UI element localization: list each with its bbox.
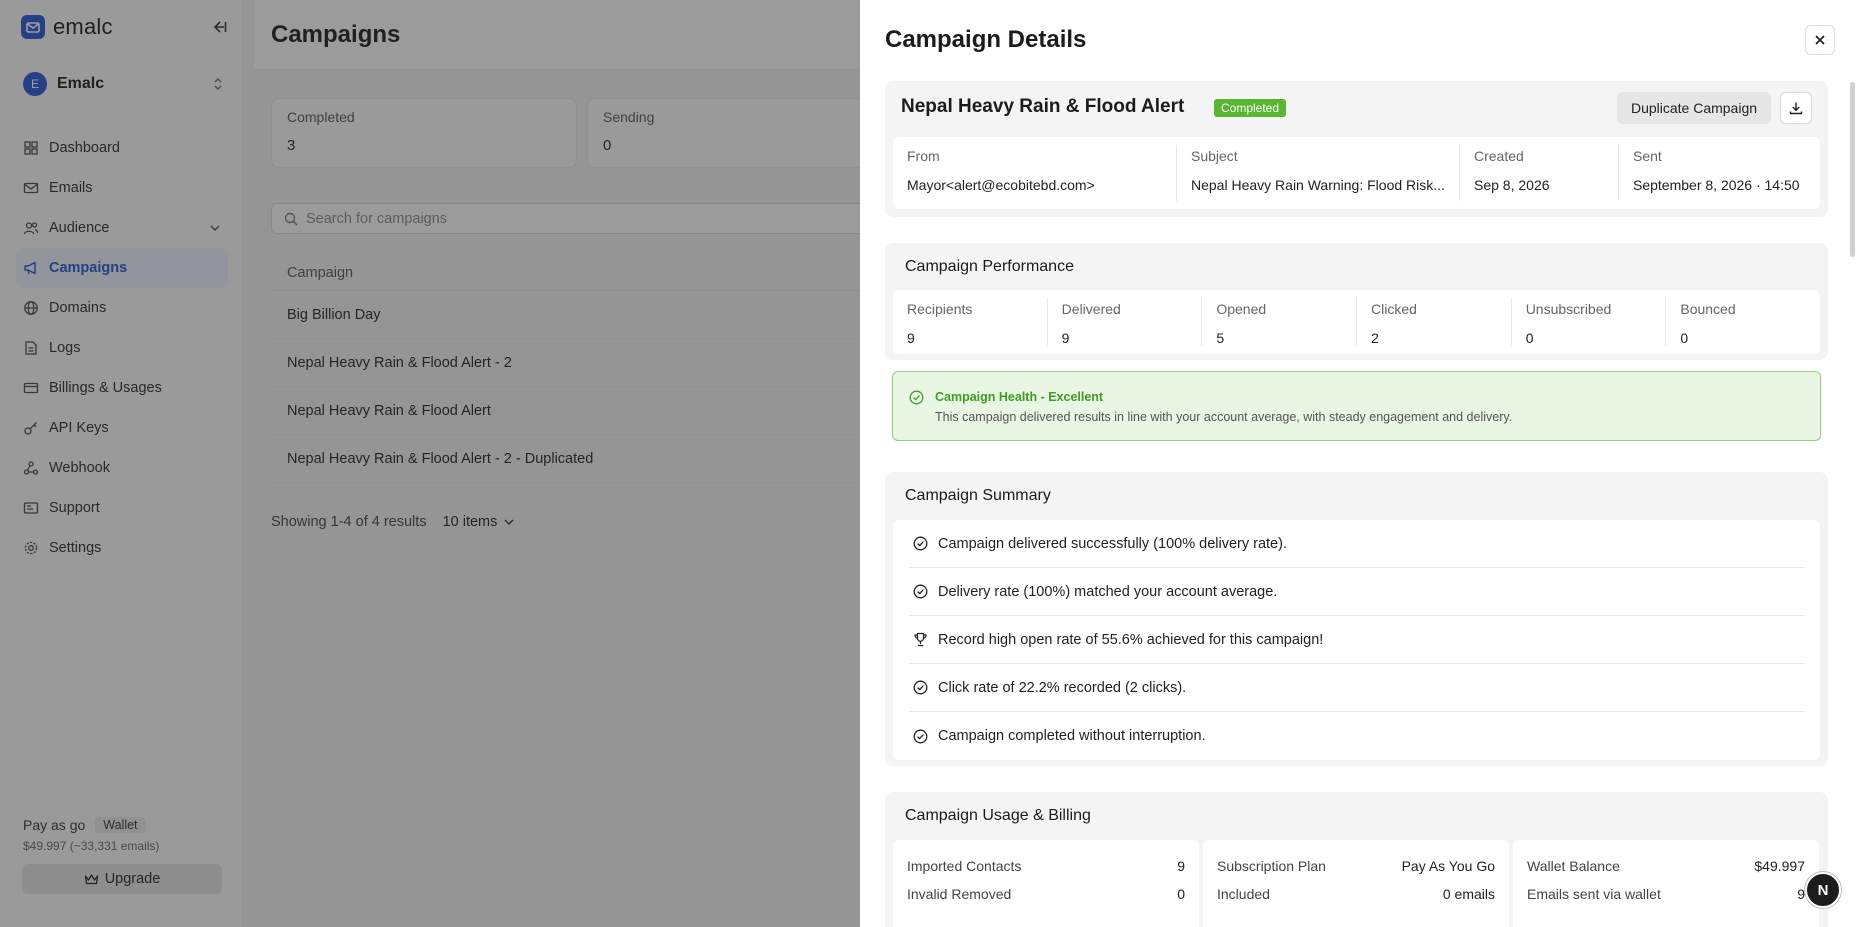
billing-label: Imported Contacts [907,858,1022,874]
summary-text: Delivery rate (100%) matched your accoun… [938,583,1278,600]
check-circle-icon [913,680,928,695]
list-item: Record high open rate of 55.6% achieved … [909,616,1804,664]
meta-subject: Subject Nepal Heavy Rain Warning: Flood … [1177,145,1460,201]
campaign-header-panel: Nepal Heavy Rain & Flood Alert Completed… [885,81,1828,217]
billing-value: 9 [1177,858,1185,874]
metric-clicked: Clicked 2 [1357,298,1512,346]
metric-label: Recipients [907,301,973,317]
billing-value: 9 [1797,886,1805,902]
campaign-name: Nepal Heavy Rain & Flood Alert [901,96,1185,117]
drawer-title: Campaign Details [885,26,1087,53]
modal-overlay[interactable] [0,0,860,927]
duplicate-campaign-button[interactable]: Duplicate Campaign [1617,92,1771,124]
meta-label: Sent [1633,148,1662,164]
billing-card-wallet: Wallet Balance $49.997 Emails sent via wa… [1513,840,1819,927]
check-circle-icon [913,584,928,599]
billing-label: Emails sent via wallet [1527,886,1661,902]
meta-label: Subject [1191,148,1238,164]
meta-from: From Mayor<alert@ecobitebd.com> [893,145,1177,201]
meta-label: From [907,148,940,164]
section-title: Campaign Summary [905,487,1051,504]
campaign-meta: From Mayor<alert@ecobitebd.com> Subject … [893,137,1820,209]
billing-label: Included [1217,886,1270,902]
scrollbar[interactable] [1850,82,1855,257]
summary-text: Campaign delivered successfully (100% de… [938,535,1287,552]
usage-billing-panel: Campaign Usage & Billing Imported Contac… [885,792,1828,927]
metric-value: 0 [1525,330,1534,346]
metric-value: 9 [907,330,915,346]
meta-value: September 8, 2026 · 14:50 [1633,177,1800,193]
list-item: Campaign delivered successfully (100% de… [909,520,1804,568]
metric-recipients: Recipients 9 [893,298,1048,346]
billing-value: $49.997 [1754,858,1805,874]
metric-label: Delivered [1061,301,1121,317]
campaign-details-drawer: Campaign Details Nepal Heavy Rain & Floo… [860,0,1859,927]
close-icon [1815,35,1825,45]
billing-value: 0 emails [1442,886,1495,902]
meta-created: Created Sep 8, 2026 [1460,145,1619,201]
check-circle-icon [909,390,924,405]
list-item: Campaign completed without interruption. [909,712,1804,760]
summary-list: Campaign delivered successfully (100% de… [893,520,1820,760]
metric-bounced: Bounced 0 [1666,298,1820,346]
metric-opened: Opened 5 [1202,298,1358,346]
download-icon [1789,102,1803,115]
billing-value: Pay As You Go [1401,858,1495,874]
metric-delivered: Delivered 9 [1048,298,1203,346]
billing-card-plan: Subscription Plan Pay As You Go Included 0… [1203,840,1509,927]
health-description: This campaign delivered results in line … [935,410,1513,424]
campaign-health-alert: Campaign Health - Excellent This campaig… [892,371,1821,441]
metric-value: 0 [1680,330,1689,346]
performance-panel: Campaign Performance Recipients 9 Delive… [885,243,1828,360]
close-button[interactable] [1805,25,1835,55]
section-title: Campaign Performance [905,258,1074,275]
meta-value: Mayor<alert@ecobitebd.com> [907,177,1095,193]
metric-label: Clicked [1371,301,1417,317]
meta-value: Sep 8, 2026 [1474,177,1550,193]
billing-value: 0 [1177,886,1185,902]
health-title: Campaign Health - Excellent [935,390,1104,404]
summary-panel: Campaign Summary Campaign delivered succ… [885,472,1828,766]
performance-metrics: Recipients 9 Delivered 9 Opened 5 Clicke… [893,290,1820,354]
meta-value: Nepal Heavy Rain Warning: Flood Risk... [1191,177,1445,193]
meta-sent: Sent September 8, 2026 · 14:50 [1619,145,1819,201]
list-item: Click rate of 22.2% recorded (2 clicks). [909,664,1804,712]
metric-label: Bounced [1680,301,1736,317]
billing-label: Subscription Plan [1217,858,1326,874]
metric-unsubscribed: Unsubscribed 0 [1512,298,1667,346]
metric-label: Unsubscribed [1525,301,1612,317]
download-button[interactable] [1780,92,1812,124]
billing-label: Wallet Balance [1527,858,1620,874]
status-badge: Completed [1214,99,1287,117]
meta-label: Created [1474,148,1524,164]
metric-value: 2 [1371,330,1379,346]
check-circle-icon [913,536,928,551]
billing-card-contacts: Imported Contacts 9 Invalid Removed 0 [893,840,1199,927]
metric-label: Opened [1216,301,1267,317]
check-circle-icon [913,729,928,743]
summary-text: Campaign completed without interruption. [938,728,1206,744]
floating-help-button[interactable]: N [1805,872,1841,908]
trophy-icon [914,632,927,647]
metric-value: 5 [1216,330,1225,346]
section-title: Campaign Usage & Billing [905,807,1091,824]
metric-value: 9 [1061,330,1070,346]
summary-text: Click rate of 22.2% recorded (2 clicks). [938,679,1187,696]
summary-text: Record high open rate of 55.6% achieved … [938,631,1324,648]
list-item: Delivery rate (100%) matched your accoun… [909,568,1804,616]
billing-label: Invalid Removed [907,886,1012,902]
